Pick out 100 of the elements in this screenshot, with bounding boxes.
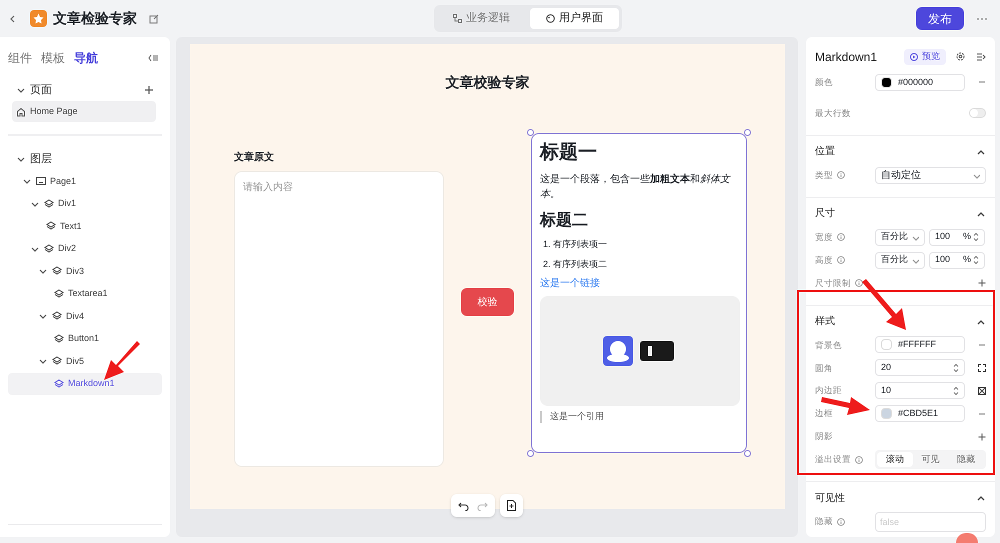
mode-tab[interactable]: 用户界面 xyxy=(530,8,619,29)
layer-item[interactable]: Div5 xyxy=(8,350,162,372)
info-icon xyxy=(855,456,863,464)
field-label: 圆角 xyxy=(815,362,833,374)
padding-icon[interactable] xyxy=(978,386,986,395)
info-icon xyxy=(837,171,845,180)
layer-label: Div3 xyxy=(66,264,84,278)
segment-option[interactable]: 可见 xyxy=(912,452,948,468)
add-page-button[interactable] xyxy=(500,494,523,517)
play-icon xyxy=(910,52,918,61)
annotation-arrow xyxy=(104,341,140,380)
panel-tab[interactable]: 导航 xyxy=(74,49,98,67)
mode-tab[interactable]: 业务逻辑 xyxy=(437,8,526,29)
field-label: 高度 xyxy=(815,254,833,267)
section-title: 图层 xyxy=(30,152,52,167)
page-item[interactable]: Home Page xyxy=(12,101,156,122)
settings-icon[interactable] xyxy=(956,52,965,62)
layer-item[interactable]: Button1 xyxy=(8,328,162,350)
unit-select[interactable]: 百分比 xyxy=(875,252,925,269)
number-field[interactable]: 100 % xyxy=(929,228,985,246)
section-title: 页面 xyxy=(30,82,52,98)
color-field[interactable]: #FFFFFF xyxy=(875,336,965,354)
select-field[interactable]: 自动定位 xyxy=(875,166,986,184)
info-icon xyxy=(837,233,845,242)
field-label: 隐藏 xyxy=(815,515,833,528)
page-heading: 文章校验专家 xyxy=(446,73,530,92)
component-name: Markdown1 xyxy=(815,48,878,66)
blockquote: 这是一个引用 xyxy=(550,410,604,423)
panel-tab[interactable]: 模板 xyxy=(41,49,65,67)
layers-icon xyxy=(54,288,64,299)
undo-icon[interactable] xyxy=(458,500,469,510)
add-icon[interactable] xyxy=(978,279,986,288)
section-title: 尺寸 xyxy=(815,206,835,222)
panel-tab[interactable]: 组件 xyxy=(8,49,32,67)
number-field[interactable]: 20 xyxy=(875,359,965,376)
preview-button[interactable]: 预览 xyxy=(904,48,946,65)
color-field[interactable]: #000000 xyxy=(875,74,965,91)
edit-icon[interactable] xyxy=(149,14,159,24)
field-label: 阴影 xyxy=(815,430,833,444)
stepper-icon[interactable] xyxy=(953,386,959,396)
field-label: 最大行数 xyxy=(815,107,851,120)
number-field[interactable]: 100 % xyxy=(929,252,985,269)
stepper-icon[interactable] xyxy=(973,255,979,266)
layer-item[interactable]: Textarea1 xyxy=(8,282,162,305)
layer-item[interactable]: Div1 xyxy=(8,192,162,215)
layer-item[interactable]: Div2 xyxy=(8,238,162,260)
layer-label: Button1 xyxy=(68,332,100,345)
link[interactable]: 这是一个链接 xyxy=(540,276,600,292)
add-icon[interactable] xyxy=(978,432,986,441)
layer-label: Text1 xyxy=(60,220,82,232)
field-label: 边框 xyxy=(815,407,833,420)
app-title: 文章检验专家 xyxy=(53,9,137,28)
layer-item[interactable]: Markdown1 xyxy=(8,372,162,395)
annotation-arrow xyxy=(862,279,906,330)
flow-icon xyxy=(453,14,462,23)
more-icon[interactable] xyxy=(976,16,988,20)
heading: 标题二 xyxy=(540,210,589,231)
layer-item[interactable]: Div3 xyxy=(8,260,162,282)
layers-icon xyxy=(46,221,56,232)
field-label: 类型 xyxy=(815,168,833,182)
resize-handle[interactable] xyxy=(527,129,534,136)
layer-item[interactable]: Text1 xyxy=(8,215,162,238)
layer-item[interactable]: Div4 xyxy=(8,305,162,328)
section-title: 样式 xyxy=(815,314,835,330)
color-value: #FFFFFF xyxy=(898,338,936,352)
section-title: 位置 xyxy=(815,144,835,160)
layers-icon xyxy=(44,244,54,254)
toggle-switch[interactable] xyxy=(969,108,986,118)
layers-icon xyxy=(44,198,54,209)
field-label: 宽度 xyxy=(815,230,833,244)
section-title: 可见性 xyxy=(815,492,845,506)
layer-label: Div2 xyxy=(58,242,76,255)
color-value: #CBD5E1 xyxy=(898,407,938,420)
layers-icon xyxy=(54,378,64,389)
layer-label: Page1 xyxy=(50,174,76,188)
field-label: 溢出设置 xyxy=(815,453,851,466)
collapse-panel-icon[interactable] xyxy=(148,54,158,62)
resize-handle[interactable] xyxy=(744,450,751,457)
publish-button[interactable]: 发布 xyxy=(916,7,964,30)
color-field[interactable]: #CBD5E1 xyxy=(875,405,965,422)
palette-icon xyxy=(546,14,555,23)
resize-handle[interactable] xyxy=(527,450,534,457)
add-icon[interactable] xyxy=(144,85,154,95)
layer-item[interactable]: Page1 xyxy=(8,170,162,192)
panel-collapse-icon[interactable] xyxy=(977,52,986,61)
stepper-icon[interactable] xyxy=(973,232,979,242)
app-logo-icon xyxy=(30,10,47,27)
segment-option[interactable]: 滚动 xyxy=(877,452,913,468)
verify-button[interactable]: 校验 xyxy=(461,288,514,316)
unit-select[interactable]: 百分比 xyxy=(875,228,925,246)
resize-handle[interactable] xyxy=(744,129,751,136)
segment-option[interactable]: 隐藏 xyxy=(948,452,984,468)
text-area[interactable]: 请输入内容 xyxy=(234,171,444,467)
home-icon xyxy=(16,106,26,116)
paragraph: 这是一个段落，包含一些加粗文本和斜体文本。 xyxy=(540,172,732,202)
number-field[interactable]: 10 xyxy=(875,382,965,400)
info-icon xyxy=(855,279,863,288)
stepper-icon[interactable] xyxy=(953,362,959,373)
corners-icon[interactable] xyxy=(978,364,986,372)
list-item: 2. 有序列表项二 xyxy=(542,258,608,271)
